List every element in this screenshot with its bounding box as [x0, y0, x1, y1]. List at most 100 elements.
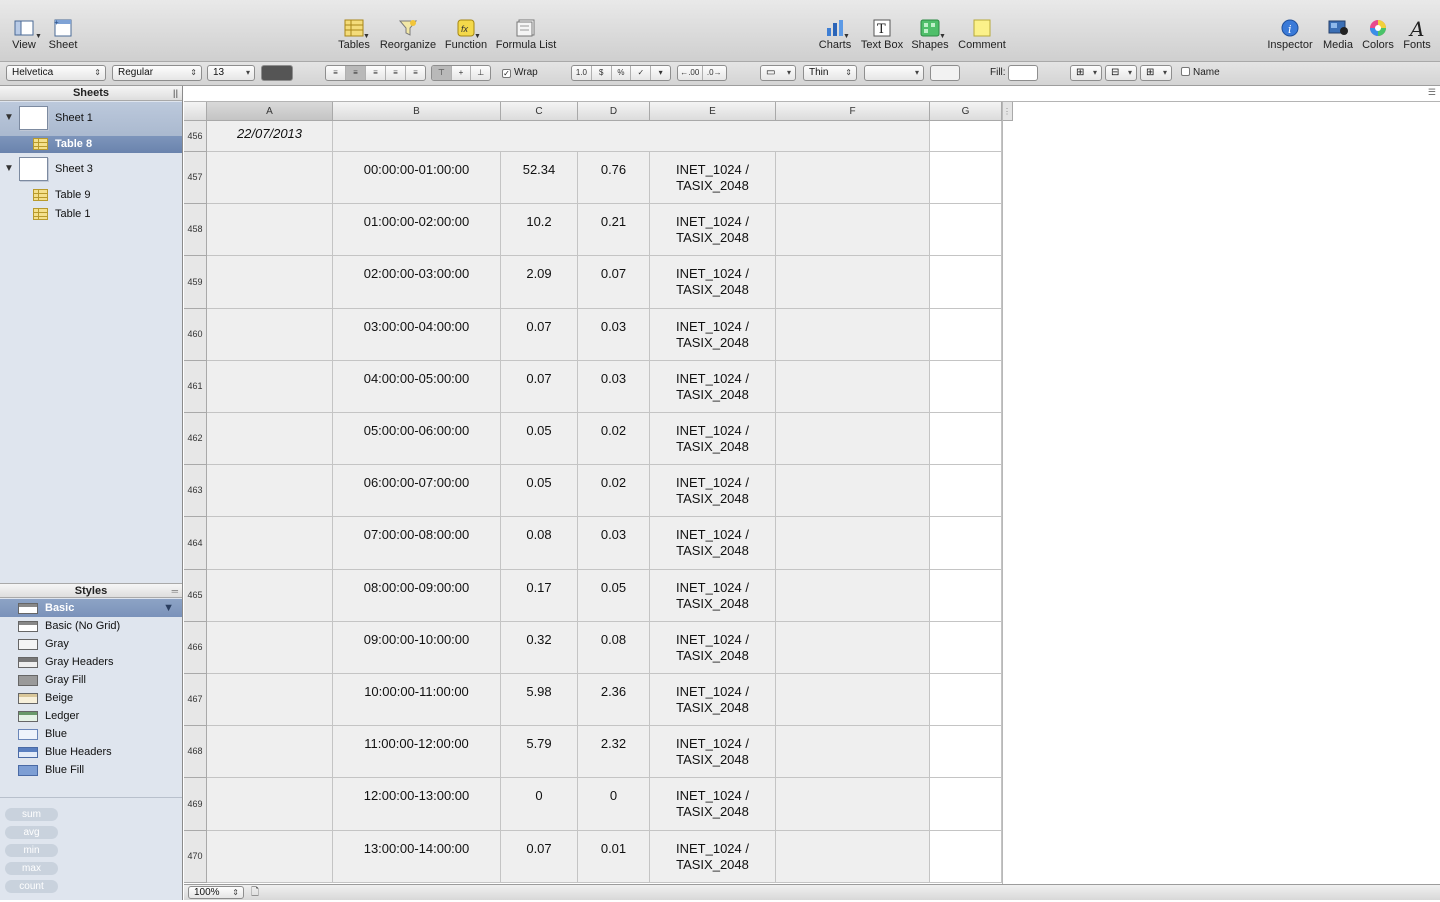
- decimal-control[interactable]: ←.00 .0→: [677, 65, 727, 81]
- row-header[interactable]: 470: [184, 831, 207, 883]
- tariff-cell[interactable]: INET_1024 /TASIX_2048: [650, 152, 776, 204]
- tariff-cell[interactable]: INET_1024 /TASIX_2048: [650, 674, 776, 726]
- value-c-cell[interactable]: 10.2: [501, 204, 578, 256]
- table-row-cell[interactable]: [930, 413, 1002, 465]
- value-d-cell[interactable]: 0.21: [578, 204, 650, 256]
- reorganize-button[interactable]: Reorganize: [378, 0, 438, 62]
- column-header-b[interactable]: B: [333, 102, 501, 121]
- value-c-cell[interactable]: 0.08: [501, 517, 578, 570]
- table-row-cell[interactable]: [207, 465, 333, 517]
- table-row-cell[interactable]: [930, 517, 1002, 570]
- table-row-cell[interactable]: [776, 570, 930, 622]
- value-c-cell[interactable]: 0: [501, 778, 578, 831]
- style-item-beige[interactable]: Beige: [0, 689, 182, 707]
- time-range-cell[interactable]: 06:00:00-07:00:00: [333, 465, 501, 517]
- table-row-cell[interactable]: [207, 831, 333, 883]
- decrease-decimal-button[interactable]: ←.00: [678, 66, 703, 80]
- table-row-cell[interactable]: [930, 361, 1002, 413]
- table-row-cell[interactable]: [776, 361, 930, 413]
- tariff-cell[interactable]: INET_1024 /TASIX_2048: [650, 622, 776, 674]
- style-item-gray-headers[interactable]: Gray Headers: [0, 653, 182, 671]
- vertical-align-control[interactable]: ⊤ + ⊥: [431, 65, 491, 81]
- table-row-cell[interactable]: [207, 622, 333, 674]
- table-row-cell[interactable]: [930, 121, 1002, 152]
- time-range-cell[interactable]: 10:00:00-11:00:00: [333, 674, 501, 726]
- table-row-cell[interactable]: [930, 152, 1002, 204]
- value-d-cell[interactable]: 0.08: [578, 622, 650, 674]
- value-d-cell[interactable]: 0.07: [578, 256, 650, 309]
- more-formats-button[interactable]: ▾: [651, 66, 670, 80]
- tariff-cell[interactable]: INET_1024 /TASIX_2048: [650, 465, 776, 517]
- column-header-e[interactable]: E: [650, 102, 776, 121]
- column-resize-handle-icon[interactable]: ⋮: [1002, 102, 1013, 121]
- value-d-cell[interactable]: 0.03: [578, 517, 650, 570]
- table-row-cell[interactable]: [776, 517, 930, 570]
- table-row-cell[interactable]: [930, 778, 1002, 831]
- header-rows-select[interactable]: ⊟ ▾: [1105, 65, 1137, 81]
- border-edges-select[interactable]: ⊞ ▾: [1070, 65, 1102, 81]
- table-row-cell[interactable]: [776, 152, 930, 204]
- row-header[interactable]: 468: [184, 726, 207, 778]
- table-row-cell[interactable]: [930, 831, 1002, 883]
- value-c-cell[interactable]: 0.05: [501, 413, 578, 465]
- valign-top-icon[interactable]: ⊤: [432, 66, 452, 80]
- table-row-cell[interactable]: [776, 831, 930, 883]
- resize-handle-icon[interactable]: ||: [173, 86, 178, 100]
- table-row-cell[interactable]: [776, 465, 930, 517]
- table-row-cell[interactable]: [207, 517, 333, 570]
- currency-format-button[interactable]: $: [592, 66, 612, 80]
- time-range-cell[interactable]: 00:00:00-01:00:00: [333, 152, 501, 204]
- tariff-cell[interactable]: INET_1024 /TASIX_2048: [650, 256, 776, 309]
- tariff-cell[interactable]: INET_1024 /TASIX_2048: [650, 726, 776, 778]
- value-d-cell[interactable]: 0.03: [578, 361, 650, 413]
- style-item-blue-fill[interactable]: Blue Fill: [0, 761, 182, 779]
- value-c-cell[interactable]: 0.32: [501, 622, 578, 674]
- value-d-cell[interactable]: 2.32: [578, 726, 650, 778]
- sidebar-item-sheet-1[interactable]: ▼ Sheet 1: [0, 102, 182, 136]
- tariff-cell[interactable]: INET_1024 /TASIX_2048: [650, 361, 776, 413]
- value-c-cell[interactable]: 0.07: [501, 831, 578, 883]
- value-c-cell[interactable]: 0.05: [501, 465, 578, 517]
- table-row-cell[interactable]: [930, 309, 1002, 361]
- align-justify-icon[interactable]: ≡: [386, 66, 406, 80]
- increase-decimal-button[interactable]: .0→: [703, 66, 727, 80]
- media-button[interactable]: Media: [1320, 0, 1356, 62]
- tariff-cell[interactable]: INET_1024 /TASIX_2048: [650, 831, 776, 883]
- table-row-cell[interactable]: [776, 726, 930, 778]
- value-c-cell[interactable]: 0.17: [501, 570, 578, 622]
- column-header-g[interactable]: G: [930, 102, 1002, 121]
- column-header-d[interactable]: D: [578, 102, 650, 121]
- number-format-button[interactable]: 1.0: [572, 66, 592, 80]
- border-color-well[interactable]: [930, 65, 960, 81]
- value-c-cell[interactable]: 52.34: [501, 152, 578, 204]
- font-family-select[interactable]: Helvetica ⇕: [6, 65, 106, 81]
- tariff-cell[interactable]: INET_1024 /TASIX_2048: [650, 517, 776, 570]
- value-c-cell[interactable]: 0.07: [501, 309, 578, 361]
- value-c-cell[interactable]: 0.07: [501, 361, 578, 413]
- row-header[interactable]: 464: [184, 517, 207, 570]
- table-row-cell[interactable]: [776, 204, 930, 256]
- time-range-cell[interactable]: 08:00:00-09:00:00: [333, 570, 501, 622]
- wrap-checkbox[interactable]: ✓ Wrap: [502, 67, 538, 78]
- table-row-cell[interactable]: [776, 256, 930, 309]
- style-item-basic-no-grid[interactable]: Basic (No Grid): [0, 617, 182, 635]
- row-header[interactable]: 459: [184, 256, 207, 309]
- style-item-blue[interactable]: Blue: [0, 725, 182, 743]
- row-header[interactable]: 461: [184, 361, 207, 413]
- merged-cell[interactable]: [333, 121, 930, 152]
- column-header-a[interactable]: A: [207, 102, 333, 121]
- valign-bottom-icon[interactable]: ⊥: [471, 66, 490, 80]
- style-item-gray[interactable]: Gray: [0, 635, 182, 653]
- time-range-cell[interactable]: 12:00:00-13:00:00: [333, 778, 501, 831]
- tables-button[interactable]: ▼ Tables: [335, 0, 373, 62]
- row-header[interactable]: 457: [184, 152, 207, 204]
- align-left-icon[interactable]: ≡: [326, 66, 346, 80]
- table-row-cell[interactable]: [207, 726, 333, 778]
- time-range-cell[interactable]: 13:00:00-14:00:00: [333, 831, 501, 883]
- value-d-cell[interactable]: 2.36: [578, 674, 650, 726]
- corner-header[interactable]: [184, 102, 207, 121]
- border-style-select[interactable]: ▭ ▾: [760, 65, 796, 81]
- time-range-cell[interactable]: 09:00:00-10:00:00: [333, 622, 501, 674]
- table-row-cell[interactable]: [930, 465, 1002, 517]
- table-row-cell[interactable]: [930, 570, 1002, 622]
